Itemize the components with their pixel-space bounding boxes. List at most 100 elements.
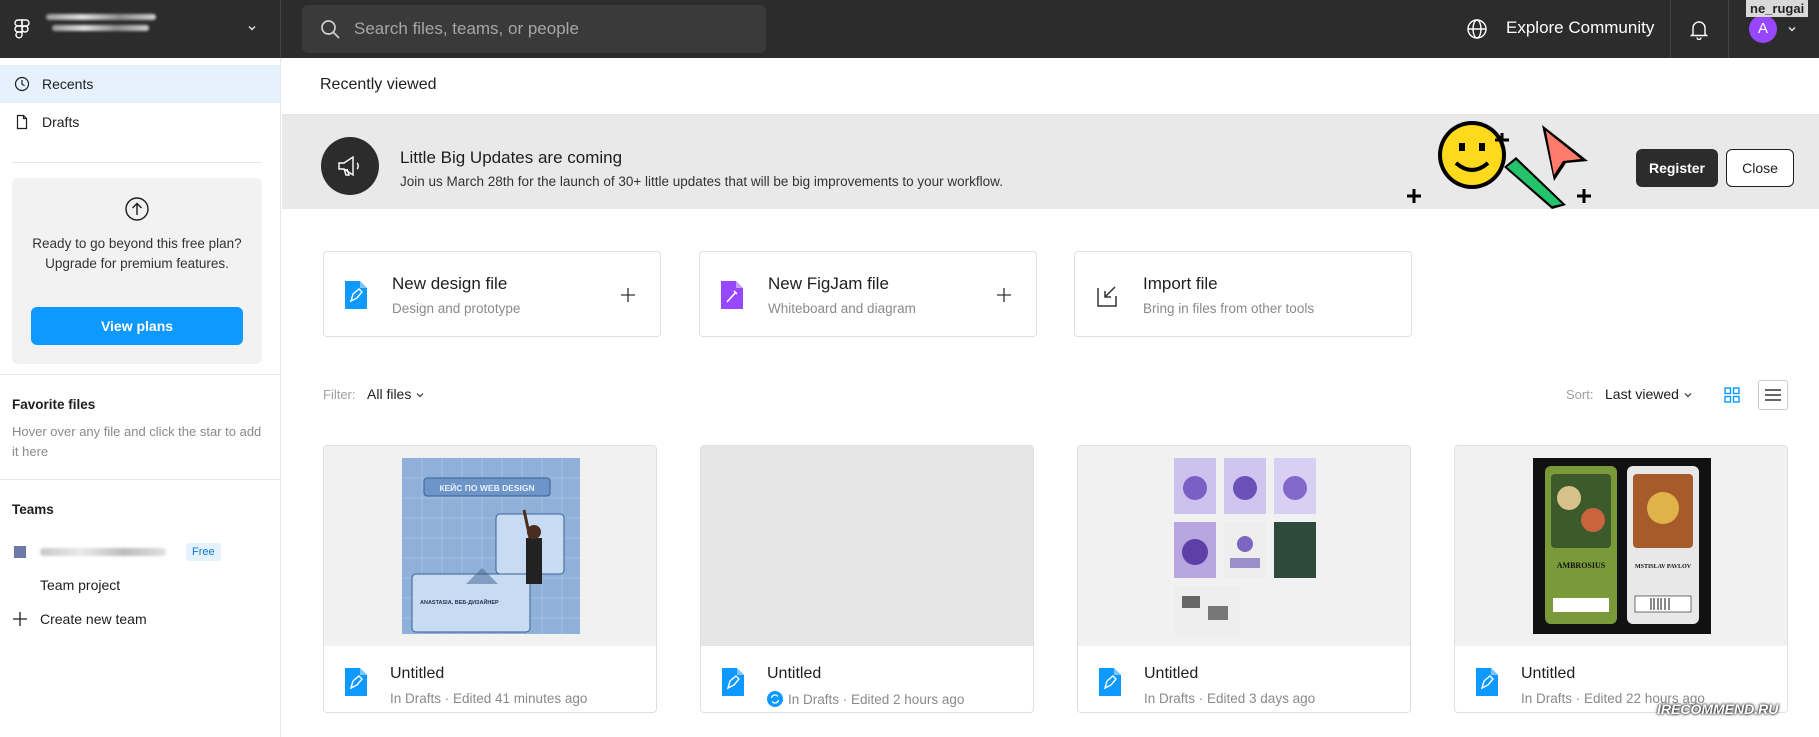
action-title: New FigJam file: [768, 274, 889, 293]
updates-banner: Little Big Updates are coming Join us Ma…: [282, 115, 1819, 209]
file-meta-text: In Drafts · Edited 2 hours ago: [788, 691, 965, 707]
top-bar: Explore Community A ne_rugai: [0, 0, 1819, 58]
file-title: Untitled: [767, 665, 822, 682]
file-thumbnail: AMBROSIUS MSTISLAV PAVLOV: [1455, 446, 1787, 646]
import-file-card[interactable]: Import file Bring in files from other to…: [1074, 251, 1412, 337]
sync-icon: [767, 691, 783, 707]
bell-icon[interactable]: [1688, 18, 1710, 40]
favorites-heading: Favorite files: [12, 397, 96, 412]
upgrade-text: Ready to go beyond this free plan? Upgra…: [32, 236, 242, 271]
figjam-file-icon: [721, 281, 743, 309]
search-icon: [321, 20, 340, 39]
globe-icon: [1467, 19, 1487, 39]
filter-value: All files: [367, 386, 412, 402]
team-color-swatch: [14, 546, 26, 558]
arrow-up-circle-icon: [125, 197, 149, 221]
chevron-down-icon[interactable]: [1786, 23, 1798, 35]
file-thumbnail: КЕЙС ПО WEB DESIGN ANASTASIA, ВЕБ-ДИЗАЙН…: [324, 446, 656, 646]
create-new-team-button[interactable]: Create new team: [12, 607, 147, 631]
team-switcher[interactable]: [0, 0, 281, 58]
file-card[interactable]: Untitled In Drafts · Edited 3 days ago: [1077, 445, 1411, 713]
plus-icon: [13, 612, 27, 626]
team-project-link[interactable]: Team project: [40, 577, 120, 593]
free-badge: Free: [186, 543, 221, 561]
sidebar-item-label: Drafts: [42, 114, 80, 130]
design-file-icon: [1099, 668, 1121, 696]
design-file-icon: [345, 668, 367, 696]
file-meta: In Drafts · Edited 3 days ago: [1144, 691, 1315, 706]
figma-logo-icon: [14, 19, 30, 39]
file-card[interactable]: КЕЙС ПО WEB DESIGN ANASTASIA, ВЕБ-ДИЗАЙН…: [323, 445, 657, 713]
file-thumbnail: [1078, 446, 1410, 646]
megaphone-icon: [321, 137, 379, 195]
chevron-down-icon: [1684, 393, 1692, 398]
sidebar-item-recents[interactable]: Recents: [0, 65, 280, 103]
page-title: Recently viewed: [320, 76, 437, 93]
list-view-button[interactable]: [1758, 380, 1788, 410]
team-name-redacted: [46, 14, 156, 44]
file-thumbnail: [701, 446, 1033, 646]
divider: [12, 162, 262, 163]
grid-view-icon[interactable]: [1718, 381, 1746, 409]
explore-community-link[interactable]: Explore Community: [1506, 18, 1654, 38]
team-name-redacted: [40, 548, 166, 556]
divider: [0, 374, 280, 375]
new-figjam-file-card[interactable]: New FigJam file Whiteboard and diagram: [699, 251, 1037, 337]
divider: [0, 479, 280, 480]
plus-icon: [997, 288, 1011, 302]
sort-dropdown[interactable]: Last viewed: [1605, 386, 1692, 402]
action-subtitle: Design and prototype: [392, 301, 521, 316]
filter-dropdown[interactable]: All files: [367, 386, 424, 402]
divider: [1670, 0, 1671, 58]
chevron-down-icon: [416, 393, 424, 398]
register-button[interactable]: Register: [1636, 149, 1718, 187]
banner-title: Little Big Updates are coming: [400, 148, 623, 167]
upgrade-card: Ready to go beyond this free plan? Upgra…: [12, 178, 262, 364]
thumb-heading: КЕЙС ПО WEB DESIGN: [439, 482, 534, 493]
thumb-caption: ANASTASIA, ВЕБ-ДИЗАЙНЕР: [420, 598, 499, 606]
list-view-icon: [1765, 389, 1781, 401]
close-button[interactable]: Close: [1726, 149, 1794, 187]
search-input[interactable]: [354, 5, 754, 53]
file-title: Untitled: [1144, 665, 1199, 682]
file-card[interactable]: AMBROSIUS MSTISLAV PAVLOV Untitled In Dr…: [1454, 445, 1788, 713]
file-meta-text: In Drafts · Edited 41 minutes ago: [390, 691, 588, 706]
file-title: Untitled: [1521, 665, 1576, 682]
file-meta: In Drafts · Edited 2 hours ago: [767, 691, 964, 707]
banner-subtitle: Join us March 28th for the launch of 30+…: [400, 174, 1003, 189]
view-plans-button[interactable]: View plans: [31, 307, 243, 345]
file-meta-text: In Drafts · Edited 3 days ago: [1144, 691, 1316, 706]
filter-label: Filter:: [323, 387, 356, 402]
new-design-file-card[interactable]: New design file Design and prototype: [323, 251, 661, 337]
action-title: Import file: [1143, 274, 1218, 293]
sidebar-item-label: Recents: [42, 76, 94, 92]
file-card[interactable]: Untitled In Drafts · Edited 2 hours ago: [700, 445, 1034, 713]
avatar[interactable]: A: [1749, 15, 1777, 43]
plus-icon: [621, 288, 635, 302]
thumb-left-title: AMBROSIUS: [1557, 561, 1606, 570]
thumb-right-title: MSTISLAV PAVLOV: [1635, 564, 1692, 570]
design-file-icon: [1476, 668, 1498, 696]
design-file-icon: [722, 668, 744, 696]
search-box[interactable]: [302, 5, 766, 53]
sort-value: Last viewed: [1605, 386, 1679, 402]
clock-icon: [14, 76, 30, 92]
import-icon: [1097, 286, 1117, 307]
action-subtitle: Whiteboard and diagram: [768, 301, 916, 316]
file-meta: In Drafts · Edited 41 minutes ago: [390, 691, 587, 706]
username-overlay: ne_rugai: [1746, 0, 1809, 17]
main-content: Recently viewed Little Big Updates are c…: [282, 58, 1819, 737]
divider: [1728, 0, 1729, 58]
team-item[interactable]: Free: [14, 540, 274, 564]
action-title: New design file: [392, 274, 508, 293]
sidebar-item-drafts[interactable]: Drafts: [0, 103, 280, 141]
file-title: Untitled: [390, 665, 445, 682]
sidebar: Recents Drafts Ready to go beyond this f…: [0, 58, 281, 737]
create-team-label: Create new team: [40, 611, 147, 627]
action-subtitle: Bring in files from other tools: [1143, 301, 1315, 316]
chevron-down-icon[interactable]: [246, 22, 258, 34]
file-icon: [16, 114, 28, 130]
watermark: IRECOMMEND.RU: [1657, 701, 1779, 717]
teams-heading: Teams: [12, 502, 54, 517]
design-file-icon: [345, 281, 367, 309]
